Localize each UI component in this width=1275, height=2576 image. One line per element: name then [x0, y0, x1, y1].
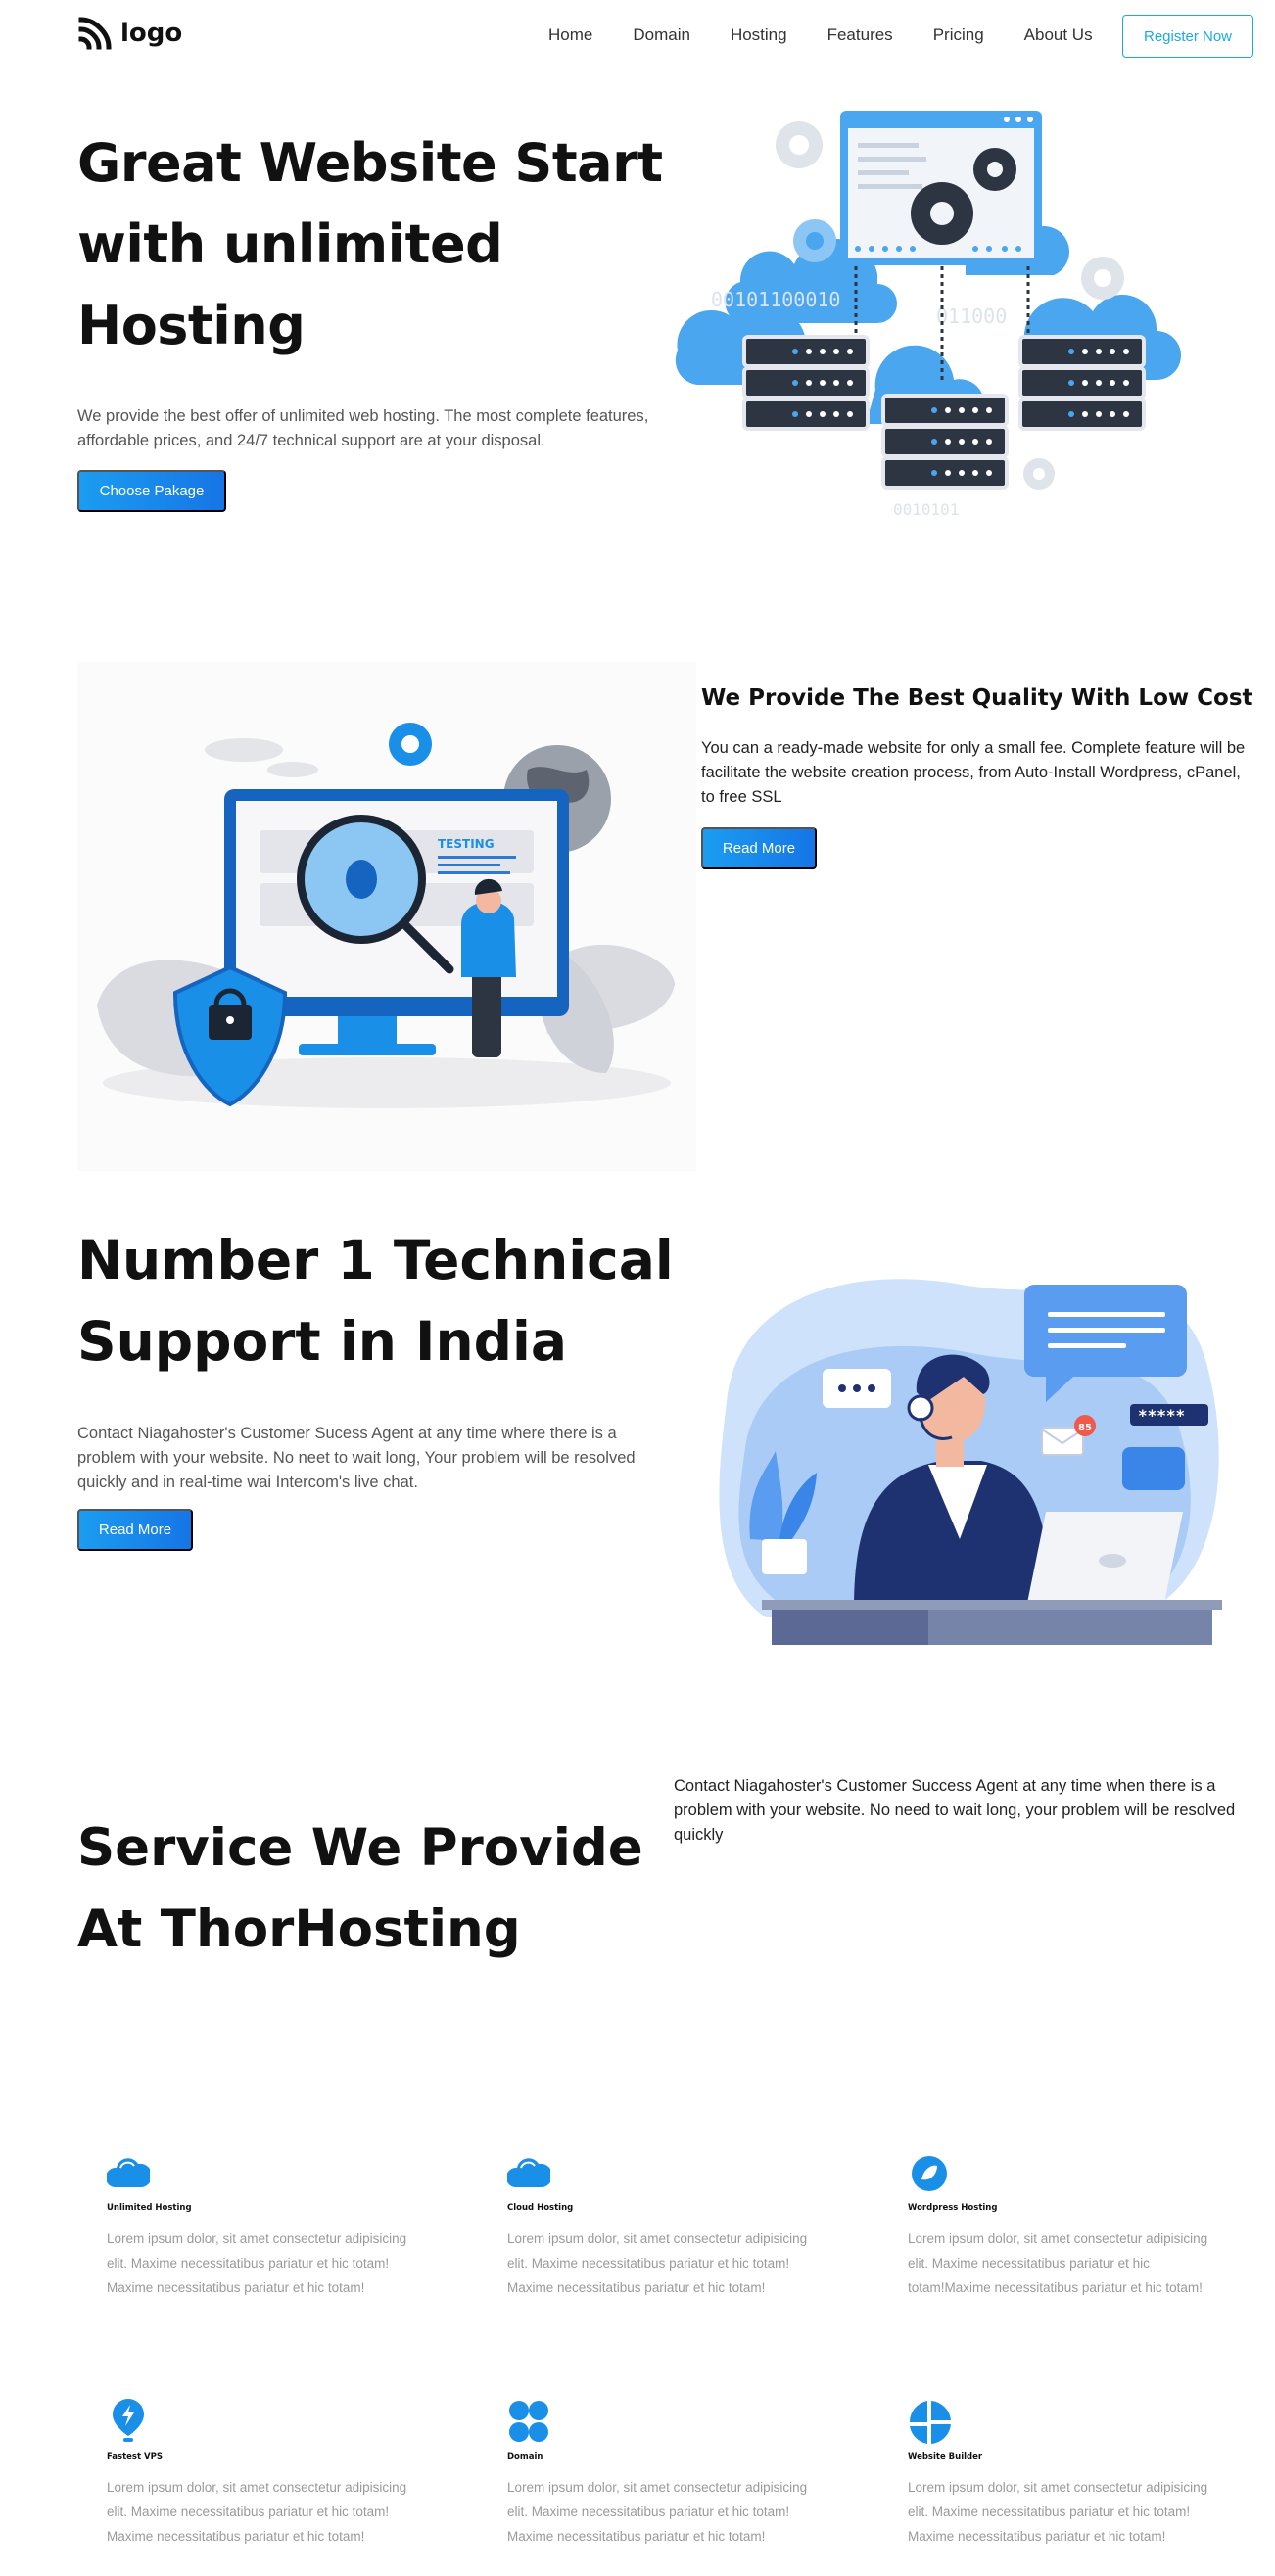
service-card-unlimited-hosting: Unlimited Hosting Lorem ipsum dolor, sit…	[105, 2144, 430, 2300]
support-title: Number 1 Technical Support in India	[77, 1229, 674, 1373]
quality-title: We Provide The Best Quality With Low Cos…	[701, 685, 1253, 711]
testing-label: TESTING	[438, 837, 495, 851]
grid-dots-icon	[509, 2401, 548, 2442]
nav-link-features[interactable]: Features	[827, 25, 893, 45]
logo-text: logo	[120, 19, 183, 48]
password-mask: *****	[1138, 1406, 1185, 1425]
service-name: Cloud Hosting	[507, 2203, 574, 2213]
cloud-servers-illustration: 00101100010 011000 0101 0010101	[675, 111, 1181, 519]
binary-text-bottom: 0010101	[893, 500, 959, 519]
service-card-website-builder: Website Builder Lorem ipsum dolor, sit a…	[908, 2393, 1231, 2549]
choose-package-button[interactable]: Choose Pakage	[77, 470, 226, 512]
service-card-fastest-vps: Fastest VPS Lorem ipsum dolor, sit amet …	[107, 2393, 430, 2549]
service-name: Domain	[507, 2452, 543, 2461]
service-card-domain: Domain Lorem ipsum dolor, sit amet conse…	[507, 2393, 830, 2549]
service-name: Wordpress Hosting	[908, 2203, 998, 2213]
support-agent-illustration: ***** 85	[719, 1279, 1222, 1645]
logo-mark-icon	[78, 17, 112, 50]
service-card-cloud-hosting: Cloud Hosting Lorem ipsum dolor, sit ame…	[505, 2144, 830, 2300]
hero-description: We provide the best offer of unlimited w…	[77, 407, 649, 449]
service-text: Lorem ipsum dolor, sit amet consectetur …	[107, 2480, 407, 2544]
service-text: Lorem ipsum dolor, sit amet consectetur …	[507, 2480, 808, 2544]
binary-text-left: 00101100010	[711, 288, 840, 311]
service-description: Contact Niagahoster's Customer Success A…	[674, 1777, 1236, 1844]
quality-description: You can a ready-made website for only a …	[701, 739, 1246, 806]
nav-link-hosting[interactable]: Hosting	[731, 25, 787, 45]
cloud-icon	[105, 2158, 153, 2187]
quality-read-more-button[interactable]: Read More	[701, 827, 817, 869]
support-read-more-button[interactable]: Read More	[77, 1509, 193, 1551]
service-name: Fastest VPS	[107, 2452, 163, 2461]
pie-layout-icon	[909, 2401, 951, 2444]
testing-illustration: TESTING	[77, 662, 696, 1171]
logo[interactable]: logo	[77, 16, 182, 51]
nav-link-pricing[interactable]: Pricing	[933, 25, 984, 45]
support-description: Contact Niagahoster's Customer Sucess Ag…	[77, 1425, 636, 1491]
service-card-wordpress-hosting: Wordpress Hosting Lorem ipsum dolor, sit…	[908, 2144, 1231, 2300]
mail-badge-count: 85	[1078, 1423, 1092, 1433]
nav-link-about-us[interactable]: About Us	[1024, 25, 1093, 45]
lightning-pin-icon	[113, 2399, 144, 2442]
service-text: Lorem ipsum dolor, sit amet consectetur …	[908, 2231, 1208, 2295]
cloud-icon	[505, 2158, 553, 2187]
wordpress-icon	[912, 2156, 947, 2191]
service-title: Service We Provide At ThorHosting	[77, 1818, 643, 1959]
service-name: Website Builder	[908, 2452, 983, 2461]
hero-title: Great Website Start with unlimited Hosti…	[77, 132, 663, 356]
service-text: Lorem ipsum dolor, sit amet consectetur …	[507, 2231, 808, 2295]
register-now-button[interactable]: Register Now	[1122, 15, 1253, 58]
nav-link-home[interactable]: Home	[548, 25, 592, 45]
nav-links: Home Domain Hosting Features Pricing Abo…	[548, 25, 1093, 45]
service-text: Lorem ipsum dolor, sit amet consectetur …	[908, 2480, 1208, 2544]
binary-text-right: 0101	[1040, 201, 1087, 224]
service-text: Lorem ipsum dolor, sit amet consectetur …	[107, 2231, 407, 2295]
service-name: Unlimited Hosting	[107, 2203, 192, 2213]
top-navbar: logo Home Domain Hosting Features Pricin…	[0, 0, 1275, 70]
nav-link-domain[interactable]: Domain	[633, 25, 690, 45]
binary-text-middle: 011000	[936, 304, 1007, 328]
